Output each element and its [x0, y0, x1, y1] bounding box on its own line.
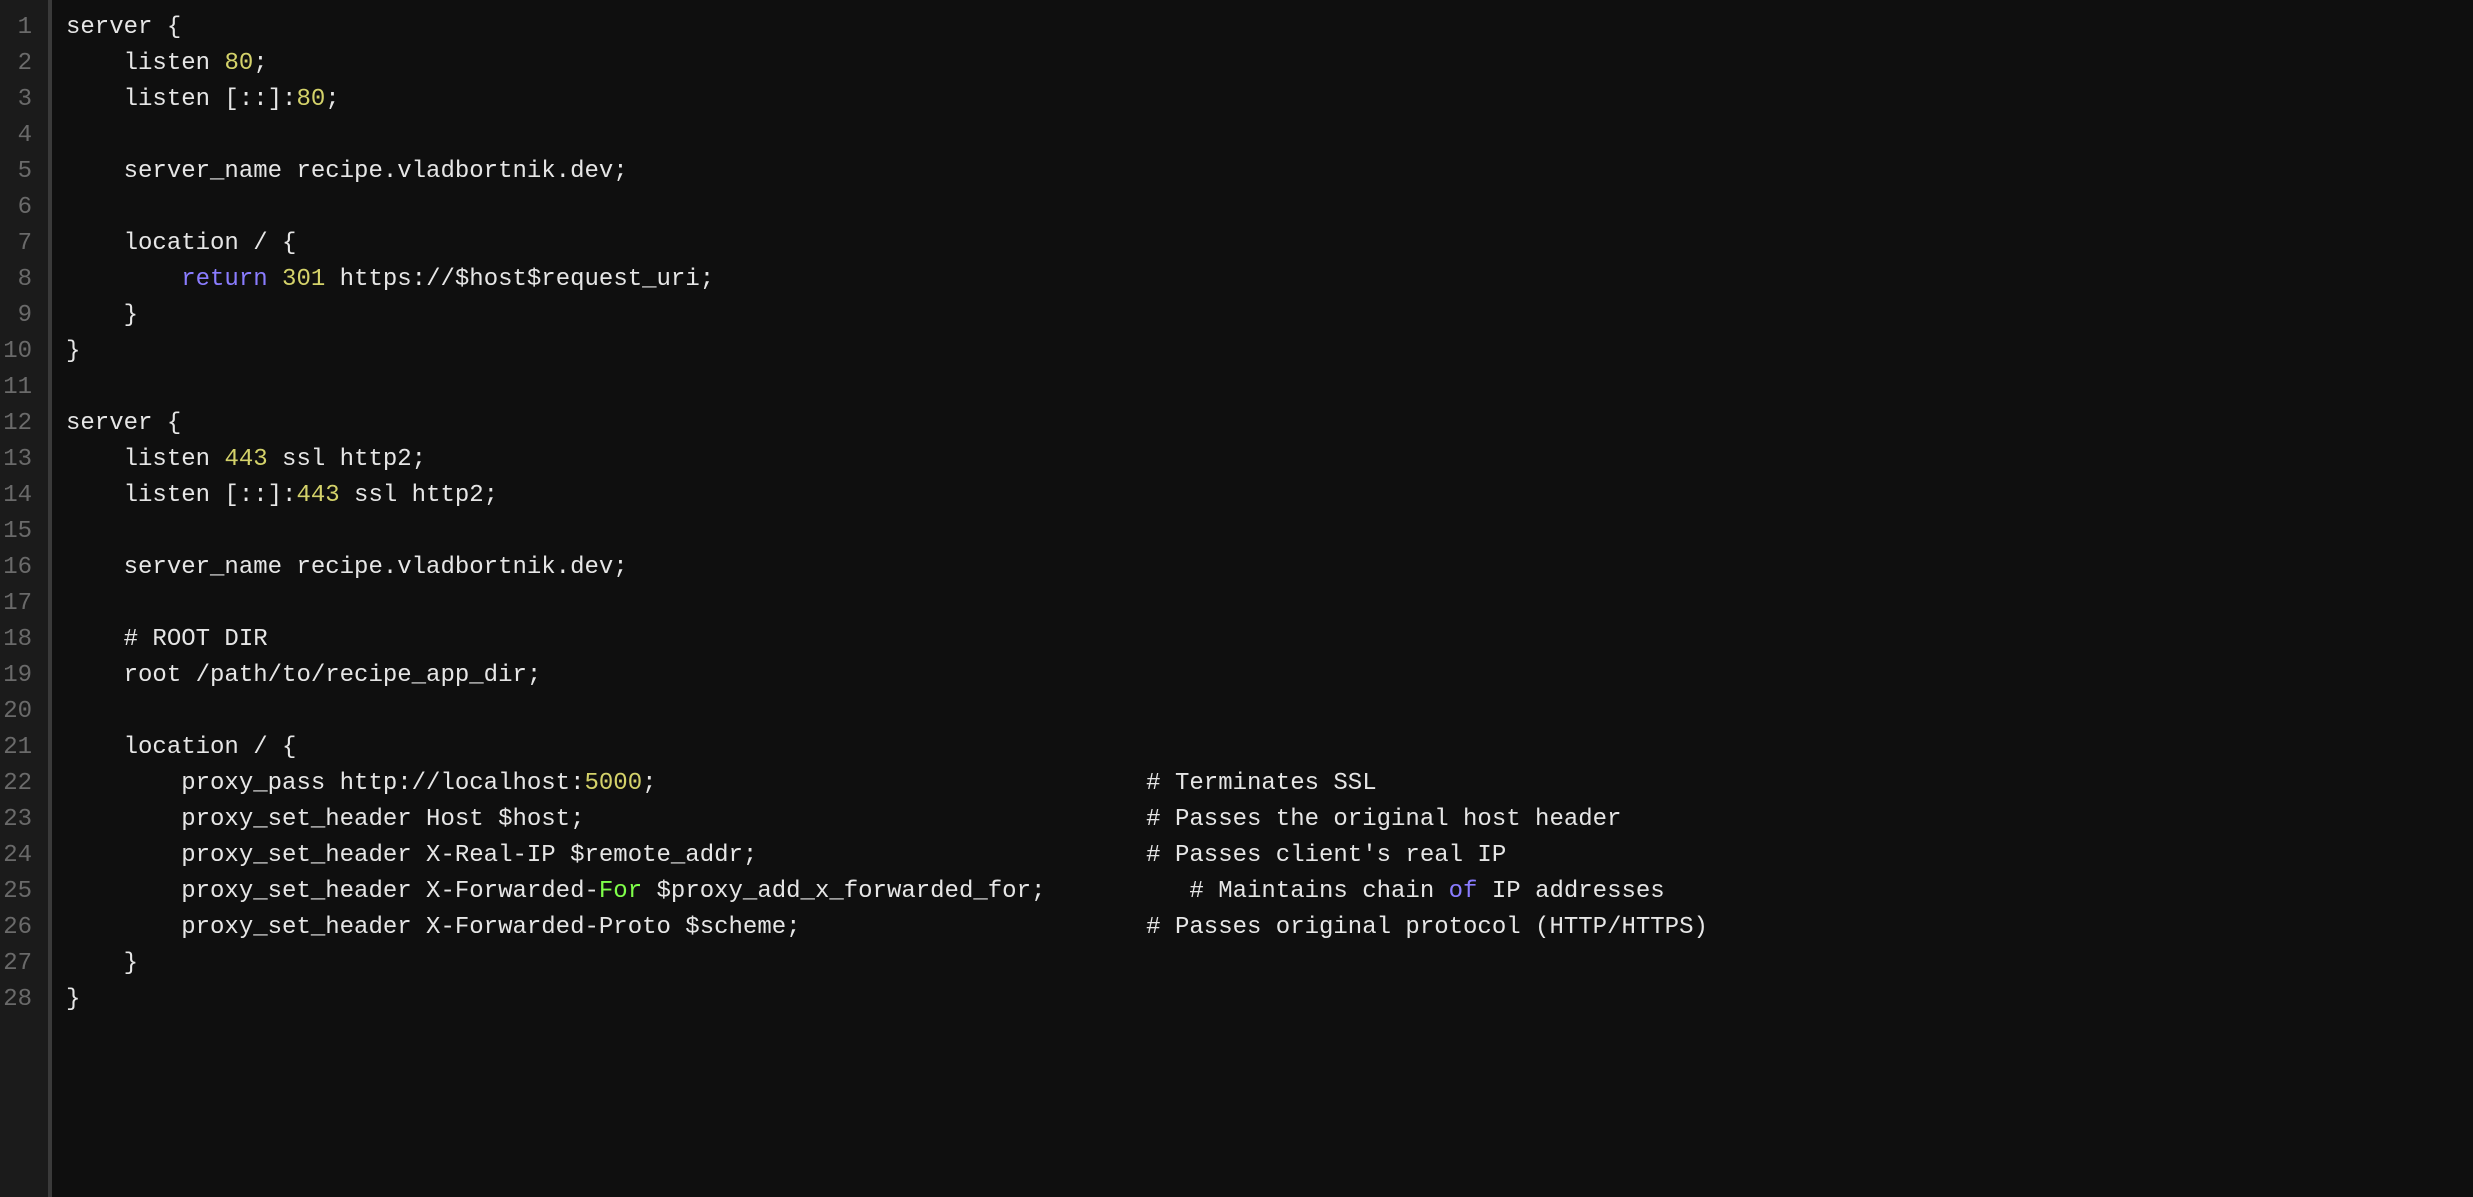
code-token: listen [::]: [66, 482, 296, 509]
code-token: 80 [224, 50, 253, 77]
code-line[interactable]: server { [66, 406, 1708, 442]
code-token: server { [66, 410, 181, 437]
code-token: 80 [296, 86, 325, 113]
code-line[interactable]: server { [66, 10, 1708, 46]
line-number: 22 [0, 766, 38, 802]
code-line[interactable]: } [66, 982, 1708, 1018]
code-token: server_name recipe.vladbortnik.dev; [66, 158, 628, 185]
code-token: } [66, 338, 80, 365]
code-token: proxy_set_header X-Real-IP $remote_addr;… [66, 842, 1506, 869]
code-token: } [66, 302, 138, 329]
line-number: 27 [0, 946, 38, 982]
code-token: location / { [66, 230, 296, 257]
code-token: 301 [282, 266, 325, 293]
line-number: 26 [0, 910, 38, 946]
code-line[interactable]: return 301 https://$host$request_uri; [66, 262, 1708, 298]
code-token: listen [66, 446, 224, 473]
code-line[interactable]: } [66, 298, 1708, 334]
code-token: ssl http2; [268, 446, 426, 473]
code-line[interactable]: listen 443 ssl http2; [66, 442, 1708, 478]
code-line[interactable]: root /path/to/recipe_app_dir; [66, 658, 1708, 694]
code-token: $proxy_add_x_forwarded_for; # Maintains … [642, 878, 1449, 905]
code-line[interactable] [66, 370, 1708, 406]
code-token: For [599, 878, 642, 905]
line-number: 18 [0, 622, 38, 658]
code-token: 5000 [584, 770, 642, 797]
line-number: 11 [0, 370, 38, 406]
code-token: proxy_set_header X-Forwarded- [66, 878, 599, 905]
code-line[interactable] [66, 586, 1708, 622]
line-number: 8 [0, 262, 38, 298]
line-number: 16 [0, 550, 38, 586]
line-number: 7 [0, 226, 38, 262]
line-number: 21 [0, 730, 38, 766]
code-line[interactable]: listen [::]:443 ssl http2; [66, 478, 1708, 514]
code-token [268, 266, 282, 293]
line-number: 20 [0, 694, 38, 730]
code-token: location / { [66, 734, 296, 761]
line-number: 12 [0, 406, 38, 442]
code-token: } [66, 950, 138, 977]
code-token: server_name recipe.vladbortnik.dev; [66, 554, 628, 581]
code-token: https://$host$request_uri; [325, 266, 714, 293]
code-line[interactable] [66, 190, 1708, 226]
code-line[interactable]: location / { [66, 730, 1708, 766]
code-line[interactable]: proxy_set_header X-Forwarded-For $proxy_… [66, 874, 1708, 910]
line-number: 23 [0, 802, 38, 838]
code-line[interactable]: proxy_set_header X-Forwarded-Proto $sche… [66, 910, 1708, 946]
code-line[interactable] [66, 118, 1708, 154]
code-token: 443 [296, 482, 339, 509]
code-line[interactable]: server_name recipe.vladbortnik.dev; [66, 550, 1708, 586]
code-line[interactable]: listen 80; [66, 46, 1708, 82]
code-token: listen [66, 50, 224, 77]
code-token: IP addresses [1477, 878, 1664, 905]
line-number: 3 [0, 82, 38, 118]
code-token: proxy_set_header X-Forwarded-Proto $sche… [66, 914, 1708, 941]
line-number: 6 [0, 190, 38, 226]
line-number: 15 [0, 514, 38, 550]
line-number: 9 [0, 298, 38, 334]
code-token: 443 [224, 446, 267, 473]
line-number: 25 [0, 874, 38, 910]
code-line[interactable]: server_name recipe.vladbortnik.dev; [66, 154, 1708, 190]
code-token: ; [325, 86, 339, 113]
code-token: root /path/to/recipe_app_dir; [66, 662, 541, 689]
code-token: ; # Terminates SSL [642, 770, 1377, 797]
code-line[interactable]: proxy_set_header X-Real-IP $remote_addr;… [66, 838, 1708, 874]
code-line[interactable]: listen [::]:80; [66, 82, 1708, 118]
code-line[interactable]: location / { [66, 226, 1708, 262]
line-number: 5 [0, 154, 38, 190]
code-line[interactable]: } [66, 334, 1708, 370]
line-number: 4 [0, 118, 38, 154]
code-editor-content[interactable]: server { listen 80; listen [::]:80; serv… [52, 0, 1708, 1197]
code-token: proxy_pass http://localhost: [66, 770, 584, 797]
line-number: 14 [0, 478, 38, 514]
code-line[interactable] [66, 514, 1708, 550]
line-number: 17 [0, 586, 38, 622]
code-token: # ROOT DIR [66, 626, 268, 653]
line-number: 24 [0, 838, 38, 874]
line-number: 10 [0, 334, 38, 370]
line-number: 13 [0, 442, 38, 478]
code-line[interactable]: proxy_pass http://localhost:5000; # Term… [66, 766, 1708, 802]
code-line[interactable] [66, 694, 1708, 730]
code-line[interactable]: proxy_set_header Host $host; # Passes th… [66, 802, 1708, 838]
line-number: 28 [0, 982, 38, 1018]
code-token: } [66, 986, 80, 1013]
line-number: 2 [0, 46, 38, 82]
line-number: 19 [0, 658, 38, 694]
code-token [66, 266, 181, 293]
code-token: ssl http2; [340, 482, 498, 509]
code-token: listen [::]: [66, 86, 296, 113]
code-token: ; [253, 50, 267, 77]
code-line[interactable]: } [66, 946, 1708, 982]
code-token: server { [66, 14, 181, 41]
code-token: return [181, 266, 267, 293]
code-token: of [1449, 878, 1478, 905]
code-line[interactable]: # ROOT DIR [66, 622, 1708, 658]
line-number: 1 [0, 10, 38, 46]
code-token: proxy_set_header Host $host; # Passes th… [66, 806, 1621, 833]
line-number-gutter: 1234567891011121314151617181920212223242… [0, 0, 52, 1197]
